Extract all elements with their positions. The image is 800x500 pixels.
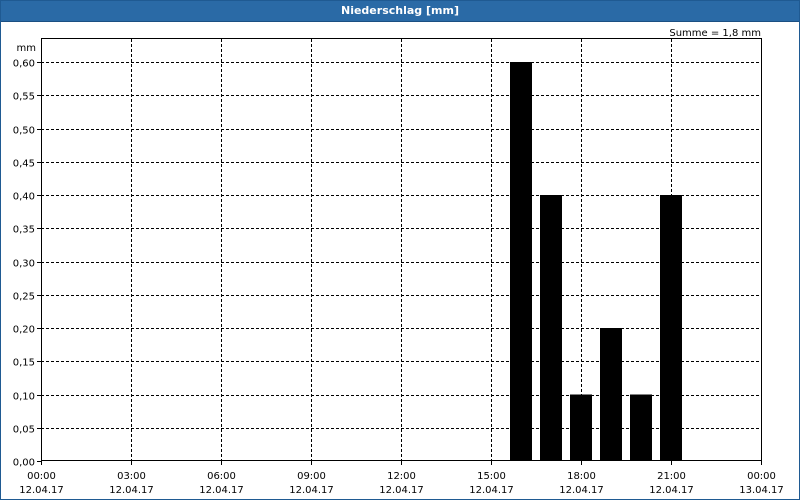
x-tick-date: 12.04.17 — [469, 485, 514, 496]
precipitation-sum: Summe = 1,8 mm — [669, 28, 761, 39]
y-tick-label: 0,40 — [13, 192, 35, 203]
x-tick-time: 15:00 — [477, 471, 506, 482]
x-tick-date: 12.04.17 — [649, 485, 694, 496]
x-tick-date: 12.04.17 — [109, 485, 154, 496]
precipitation-bar — [510, 62, 532, 461]
precipitation-bar — [570, 394, 592, 461]
y-tick-label: 0,55 — [13, 92, 35, 103]
x-tick-date: 12.04.17 — [19, 485, 64, 496]
precipitation-bar — [630, 394, 652, 461]
y-tick-label: 0,30 — [13, 259, 35, 270]
x-tick-time: 00:00 — [27, 471, 56, 482]
bars — [510, 62, 682, 461]
y-tick-label: 0,05 — [13, 425, 35, 436]
x-tick-date: 12.04.17 — [289, 485, 334, 496]
y-tick-label: 0,60 — [13, 59, 35, 70]
x-tick-time: 21:00 — [657, 471, 686, 482]
y-axis-ticks: 0,00 0,05 0,10 0,15 0,20 0,25 0,30 0,35 0,40 0,45… — [13, 59, 41, 469]
y-tick-label: 0,35 — [13, 225, 35, 236]
precipitation-chart: mm Summe = 1,8 mm 0,000,050,100,150,200,… — [13, 28, 784, 496]
y-tick-label: 0,20 — [13, 325, 35, 336]
x-tick-time: 00:00 — [747, 471, 776, 482]
y-tick-label: 0,00 — [13, 458, 35, 469]
x-tick-date: 12.04.17 — [559, 485, 604, 496]
x-tick-date: 13.04.17 — [739, 485, 784, 496]
window-title: Niederschlag [mm] — [1, 1, 799, 22]
grid — [41, 39, 761, 461]
y-axis-unit: mm — [17, 43, 36, 54]
y-tick-label: 0,15 — [13, 358, 35, 369]
precipitation-bar — [600, 328, 622, 461]
y-tick-label: 0,50 — [13, 126, 35, 137]
chart-window: Niederschlag [mm] mm Summe = 1,8 mm 0,00… — [0, 0, 800, 500]
x-tick-time: 06:00 — [207, 471, 236, 482]
precipitation-bar — [660, 195, 682, 461]
precipitation-bar — [540, 195, 562, 461]
x-tick-time: 12:00 — [387, 471, 416, 482]
x-tick-date: 12.04.17 — [379, 485, 424, 496]
x-tick-time: 03:00 — [117, 471, 146, 482]
x-axis-ticks: 00:00 12.04.17 03:00 12.04.17 06:00 12.04.17 0… — [19, 461, 784, 496]
y-tick-label: 0,10 — [13, 392, 35, 403]
x-tick-time: 18:00 — [567, 471, 596, 482]
x-tick-date: 12.04.17 — [199, 485, 244, 496]
y-tick-label: 0,25 — [13, 292, 35, 303]
y-tick-label: 0,45 — [13, 159, 35, 170]
x-tick-time: 09:00 — [297, 471, 326, 482]
